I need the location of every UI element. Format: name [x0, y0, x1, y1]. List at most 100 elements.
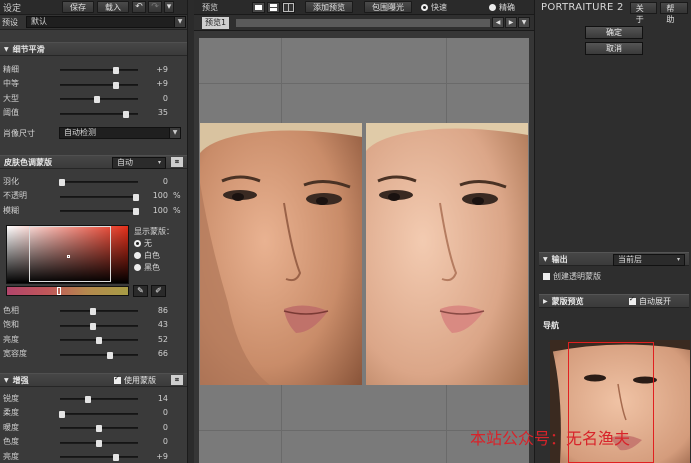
output-target-dropdown[interactable]: 当前层 ▾	[613, 254, 685, 266]
load-button[interactable]: 载入	[97, 1, 129, 13]
slider-track[interactable]	[58, 179, 138, 187]
show-mask-option[interactable]: 黑色	[134, 261, 174, 273]
mode-accurate-radio[interactable]	[489, 3, 496, 11]
slider-track[interactable]	[60, 425, 138, 433]
mode-accurate-option[interactable]: 精确	[489, 2, 515, 13]
radio-button[interactable]	[134, 251, 141, 259]
slider-knob[interactable]	[113, 454, 120, 462]
auto-expand-checkbox[interactable]	[629, 295, 636, 305]
slider-knob[interactable]	[96, 337, 102, 345]
slider-track[interactable]	[60, 322, 138, 330]
slider-track[interactable]	[60, 110, 138, 118]
output-header[interactable]: ▼ 输出 当前层 ▾	[539, 252, 689, 266]
eyedropper-minus-icon[interactable]: ✐	[151, 285, 166, 297]
slider-row: 精细 +9	[0, 62, 187, 77]
cancel-button[interactable]: 取消	[585, 42, 643, 55]
slider-value: +9	[156, 79, 168, 89]
settings-title: 设定	[3, 3, 22, 14]
slider-value: 14	[157, 393, 168, 403]
slider-track[interactable]	[60, 351, 138, 359]
slider-track[interactable]	[60, 439, 138, 447]
slider-knob[interactable]	[133, 193, 140, 201]
color-picker[interactable]	[6, 225, 129, 284]
slider-knob[interactable]	[89, 308, 96, 316]
radio-button[interactable]	[134, 239, 141, 247]
preview-canvas[interactable]	[199, 38, 529, 463]
slider-track[interactable]	[58, 410, 138, 418]
help-button[interactable]: 帮助	[660, 1, 688, 24]
slider-unit: %	[173, 205, 181, 215]
slider-knob[interactable]	[113, 67, 120, 75]
mode-fast-radio[interactable]	[421, 3, 428, 11]
color-sample-marker[interactable]	[67, 255, 70, 258]
enhance-options-icon[interactable]: ⌗	[171, 375, 183, 385]
hue-bar[interactable]	[6, 286, 129, 296]
slider-knob[interactable]	[96, 425, 102, 433]
use-mask-toggle[interactable]: 使用蒙版	[114, 374, 156, 386]
navigator-header: 导航	[539, 318, 689, 332]
color-selection-box[interactable]	[29, 226, 111, 282]
hue-marker[interactable]	[57, 287, 61, 295]
show-mask-label: 显示蒙版：	[134, 226, 174, 236]
slider-track[interactable]	[60, 208, 140, 216]
slider-value: 35	[157, 108, 168, 118]
create-mask-option[interactable]: 创建透明蒙版	[543, 271, 601, 282]
show-mask-option[interactable]: 白色	[134, 249, 174, 261]
slider-unit: %	[173, 191, 181, 201]
bracket-exposure-button[interactable]: 包围曝光	[364, 1, 412, 13]
split-vertical-icon[interactable]	[282, 1, 295, 13]
slider-label: 饱和	[3, 320, 19, 330]
radio-button[interactable]	[134, 263, 141, 271]
slider-track[interactable]	[60, 454, 138, 462]
slider-label: 不透明	[3, 191, 27, 201]
slider-knob[interactable]	[89, 322, 96, 330]
slider-knob[interactable]	[58, 410, 65, 418]
show-mask-option[interactable]: 无	[134, 237, 174, 249]
slider-knob[interactable]	[122, 110, 129, 118]
slider-knob[interactable]	[106, 351, 113, 359]
eyedropper-icon[interactable]: ✎	[133, 285, 148, 297]
slider-value: 100	[152, 191, 168, 201]
slider-knob[interactable]	[133, 208, 140, 216]
create-mask-checkbox[interactable]	[543, 273, 550, 280]
close-icon[interactable]: ▾	[164, 1, 174, 13]
portrait-size-dropdown[interactable]: 自动检测 ▼	[59, 127, 181, 139]
mask-mode-dropdown[interactable]: 自动 ▾	[112, 157, 166, 169]
about-button[interactable]: 关于	[629, 1, 658, 24]
slider-track[interactable]	[60, 193, 140, 201]
slider-knob[interactable]	[96, 439, 102, 447]
slider-knob[interactable]	[58, 179, 65, 187]
navigator-title: 导航	[543, 320, 559, 330]
tab-menu-icon[interactable]: ▼	[518, 17, 530, 28]
slider-row: 宽容度 66	[0, 347, 187, 362]
tab-next-icon[interactable]: ▶	[505, 17, 517, 28]
use-mask-checkbox[interactable]	[114, 374, 121, 384]
single-view-icon[interactable]	[252, 1, 265, 13]
show-mask-option-label: 黑色	[144, 262, 160, 272]
skin-mask-header[interactable]: 皮肤色调蒙版 自动 ▾ ⌗	[0, 155, 187, 169]
mode-fast-option[interactable]: 快速	[421, 2, 447, 13]
auto-expand-option[interactable]: 自动展开	[629, 295, 671, 307]
undo-icon[interactable]: ↶	[132, 1, 146, 13]
slider-track[interactable]	[60, 81, 138, 89]
ok-button[interactable]: 确定	[585, 26, 643, 39]
enhance-header[interactable]: ▼ 增强 使用蒙版 ⌗	[0, 373, 187, 387]
mask-preview-header[interactable]: ▶ 蒙版预览 自动展开	[539, 294, 689, 308]
split-horizontal-icon[interactable]	[267, 1, 280, 13]
slider-knob[interactable]	[113, 81, 120, 89]
slider-track[interactable]	[60, 337, 138, 345]
slider-track[interactable]	[60, 67, 138, 75]
tab-prev-icon[interactable]: ◀	[492, 17, 504, 28]
slider-track[interactable]	[60, 308, 138, 316]
save-button[interactable]: 保存	[62, 1, 94, 13]
slider-knob[interactable]	[85, 396, 92, 404]
slider-knob[interactable]	[94, 96, 101, 104]
slider-track[interactable]	[60, 96, 138, 104]
mask-options-icon[interactable]: ⌗	[171, 157, 183, 167]
preset-dropdown[interactable]: 默认 ▼	[26, 16, 186, 28]
tab-preview-1[interactable]: 预览1	[202, 16, 230, 29]
add-preview-button[interactable]: 添加预览	[305, 1, 353, 13]
slider-track[interactable]	[60, 396, 138, 404]
detail-smoothing-header[interactable]: ▼ 细节平滑	[0, 42, 187, 56]
redo-icon[interactable]: ↷	[148, 1, 162, 13]
